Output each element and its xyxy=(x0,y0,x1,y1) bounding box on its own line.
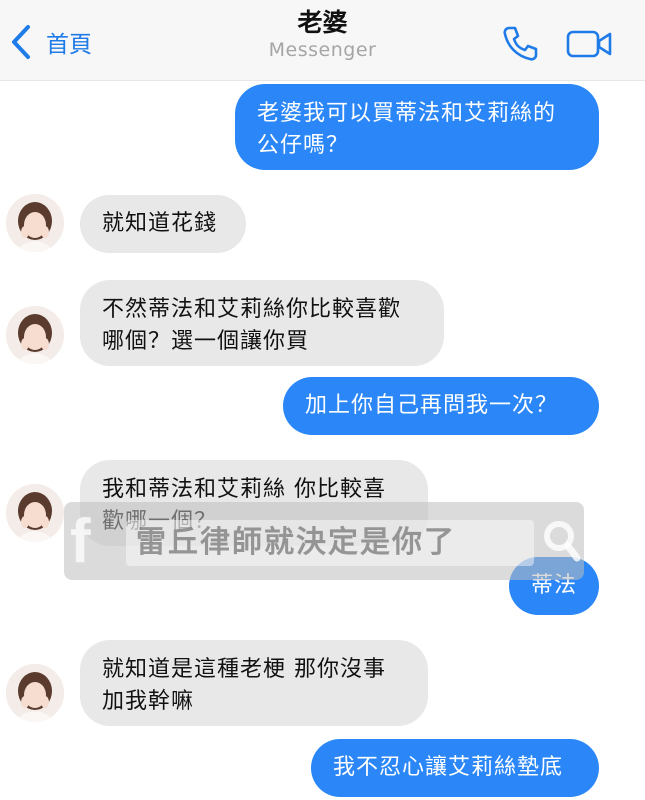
message-bubble-outgoing[interactable]: 蒂法 xyxy=(509,557,599,615)
message-bubble-incoming[interactable]: 就知道是這種老梗 那你沒事 加我幹嘛 xyxy=(80,640,428,726)
message-bubble-outgoing[interactable]: 我不忍心讓艾莉絲墊底 xyxy=(311,739,599,797)
message-bubble-incoming[interactable]: 我和蒂法和艾莉絲 你比較喜 歡哪一個？ xyxy=(80,460,428,546)
avatar-photo-icon xyxy=(6,194,64,252)
contact-name: 老婆 xyxy=(297,8,348,37)
conversation-title-block[interactable]: 老婆 Messenger xyxy=(0,8,645,62)
video-camera-icon xyxy=(566,30,612,58)
message-bubble-outgoing[interactable]: 加上你自己再問我一次？ xyxy=(283,377,599,435)
avatar[interactable] xyxy=(6,484,64,542)
chat-header: 首頁 老婆 Messenger xyxy=(0,0,645,81)
avatar[interactable] xyxy=(6,306,64,364)
avatar[interactable] xyxy=(6,194,64,252)
avatar-photo-icon xyxy=(6,484,64,542)
phone-call-button[interactable] xyxy=(500,24,540,68)
avatar[interactable] xyxy=(6,664,64,722)
message-bubble-incoming[interactable]: 就知道花錢 xyxy=(80,195,246,253)
message-bubble-outgoing[interactable]: 老婆我可以買蒂法和艾莉絲的 公仔嗎？ xyxy=(235,84,599,170)
avatar-photo-icon xyxy=(6,664,64,722)
avatar-photo-icon xyxy=(6,306,64,364)
message-bubble-incoming[interactable]: 不然蒂法和艾莉絲你比較喜歡 哪個？選一個讓你買 xyxy=(80,280,444,366)
app-name: Messenger xyxy=(268,39,377,61)
video-call-button[interactable] xyxy=(566,28,614,64)
phone-icon xyxy=(503,26,538,61)
